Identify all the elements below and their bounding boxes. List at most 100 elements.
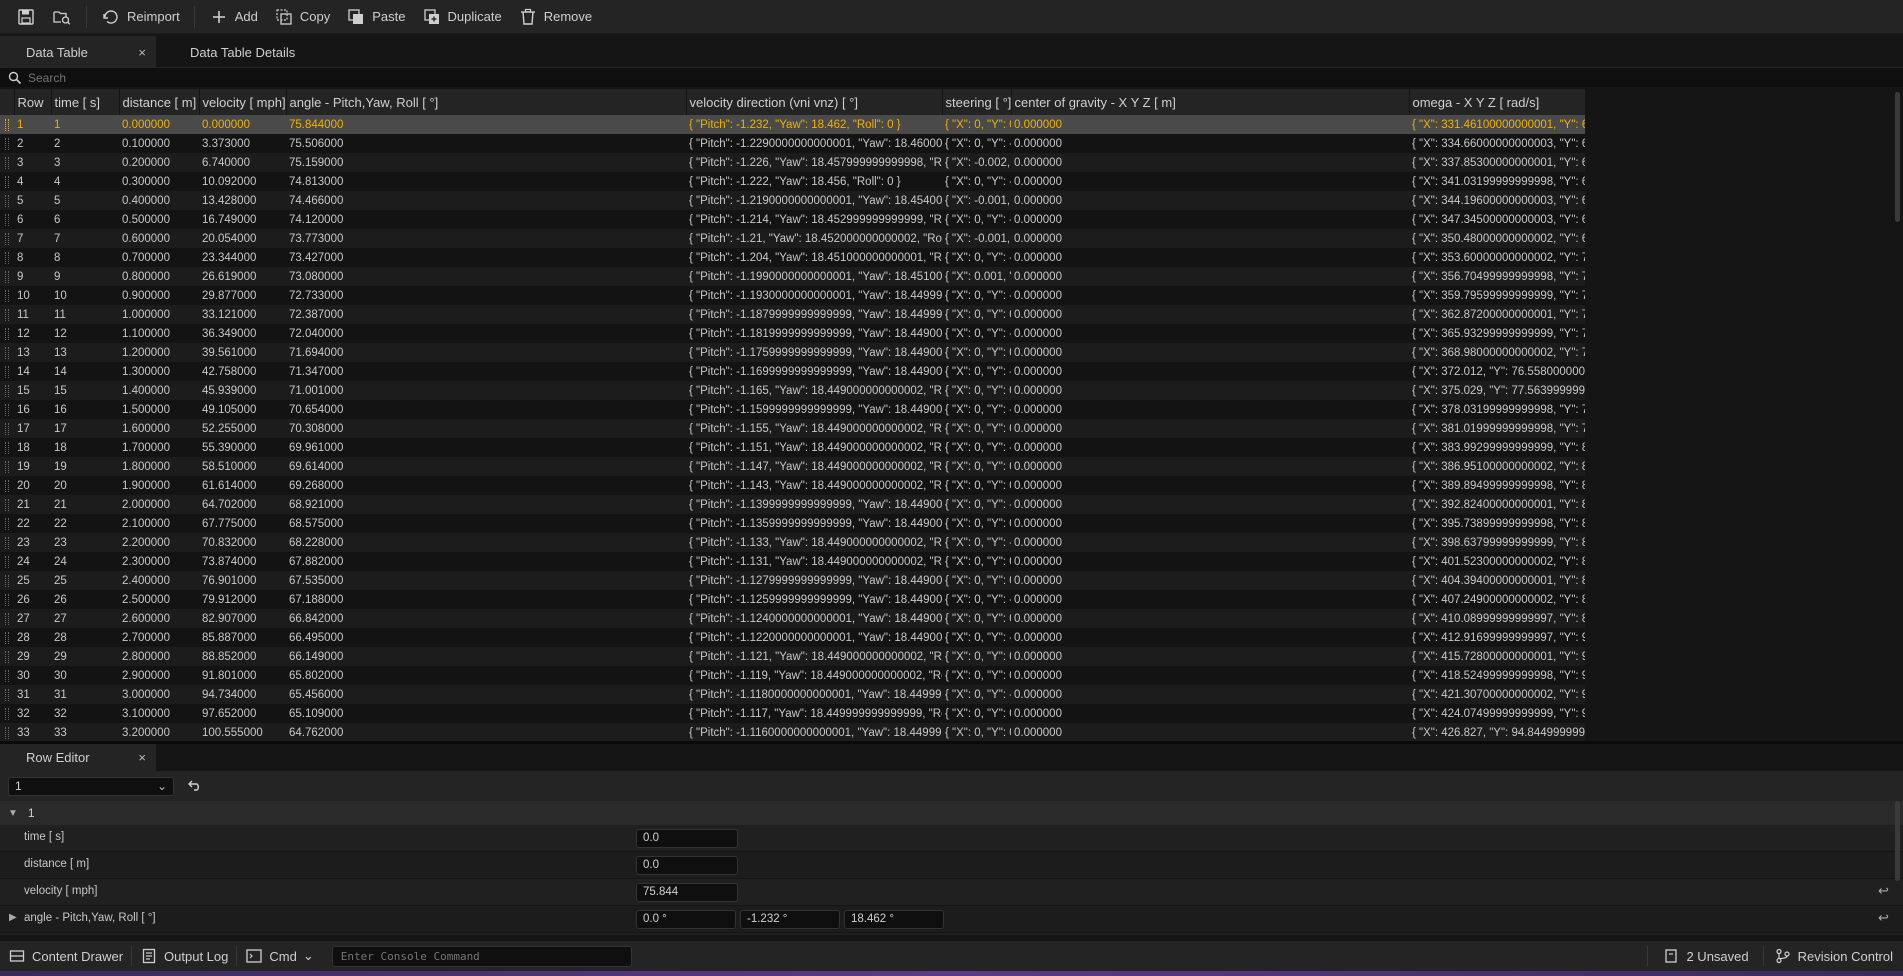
- column-header[interactable]: velocity direction (vni vnz) [ °]: [686, 89, 943, 115]
- duplicate-button[interactable]: Duplicate: [414, 3, 510, 31]
- row-drag-handle[interactable]: [0, 723, 14, 741]
- add-button[interactable]: Add: [201, 3, 266, 31]
- cmd-dropdown[interactable]: Cmd ⌄: [237, 941, 321, 971]
- table-row[interactable]: 27 27 2.600000 82.907000 66.842000{ "Pitch":…: [0, 609, 1585, 628]
- row-drag-handle[interactable]: [0, 609, 14, 628]
- row-drag-handle[interactable]: [0, 647, 14, 666]
- table-row[interactable]: 11 11 1.000000 33.121000 72.387000{ "Pitch":…: [0, 305, 1585, 324]
- table-row[interactable]: 8 8 0.700000 23.344000 73.427000{ "Pitch": -…: [0, 248, 1585, 267]
- table-row[interactable]: 10 10 0.900000 29.877000 72.733000{ "Pitch":…: [0, 286, 1585, 305]
- column-header[interactable]: velocity [ mph]: [199, 89, 287, 115]
- property-value-input[interactable]: -1.232 °: [740, 910, 840, 929]
- copy-button[interactable]: Copy: [266, 3, 338, 31]
- table-row[interactable]: 28 28 2.700000 85.887000 66.495000{ "Pitch":…: [0, 628, 1585, 647]
- table-row[interactable]: 17 17 1.600000 52.255000 70.308000{ "Pitch":…: [0, 419, 1585, 438]
- tab-data-table-details[interactable]: Data Table Details: [156, 36, 295, 69]
- row-section-header[interactable]: ▼ 1: [0, 801, 1903, 825]
- table-row[interactable]: 13 13 1.200000 39.561000 71.694000{ "Pitch":…: [0, 343, 1585, 362]
- column-header[interactable]: Row: [14, 89, 52, 115]
- row-drag-handle[interactable]: [0, 324, 14, 343]
- row-drag-handle[interactable]: [0, 191, 14, 210]
- expand-triangle-icon[interactable]: ▶: [9, 912, 17, 923]
- row-drag-handle[interactable]: [0, 628, 14, 647]
- search-input[interactable]: [28, 70, 628, 85]
- row-drag-handle[interactable]: [0, 571, 14, 590]
- table-scrollbar[interactable]: [1895, 92, 1900, 222]
- save-button[interactable]: [8, 3, 44, 31]
- row-drag-handle[interactable]: [0, 286, 14, 305]
- row-drag-handle[interactable]: [0, 400, 14, 419]
- property-value-input[interactable]: 0.0 °: [636, 910, 736, 929]
- table-row[interactable]: 16 16 1.500000 49.105000 70.654000{ "Pitch":…: [0, 400, 1585, 419]
- content-drawer-button[interactable]: Content Drawer: [0, 941, 131, 971]
- row-drag-handle[interactable]: [0, 115, 14, 134]
- table-row[interactable]: 23 23 2.200000 70.832000 68.228000{ "Pitch":…: [0, 533, 1585, 552]
- console-command-input[interactable]: [331, 945, 632, 967]
- row-drag-handle[interactable]: [0, 229, 14, 248]
- reimport-button[interactable]: Reimport: [93, 3, 188, 31]
- table-row[interactable]: 20 20 1.900000 61.614000 69.268000{ "Pitch":…: [0, 476, 1585, 495]
- property-value-input[interactable]: 0.0: [636, 829, 738, 848]
- row-drag-handle[interactable]: [0, 476, 14, 495]
- row-drag-handle[interactable]: [0, 153, 14, 172]
- row-drag-handle[interactable]: [0, 685, 14, 704]
- table-row[interactable]: 12 12 1.100000 36.349000 72.040000{ "Pitch":…: [0, 324, 1585, 343]
- row-drag-handle[interactable]: [0, 457, 14, 476]
- row-drag-handle[interactable]: [0, 248, 14, 267]
- table-row[interactable]: 22 22 2.100000 67.775000 68.575000{ "Pitch":…: [0, 514, 1585, 533]
- column-header[interactable]: omega - X Y Z [ rad/s]: [1409, 89, 1585, 115]
- row-drag-handle[interactable]: [0, 381, 14, 400]
- table-row[interactable]: 25 25 2.400000 76.901000 67.535000{ "Pitch":…: [0, 571, 1585, 590]
- column-header[interactable]: time [ s]: [51, 89, 120, 115]
- row-editor-scrollbar[interactable]: [1895, 801, 1900, 881]
- table-row[interactable]: 32 32 3.100000 97.652000 65.109000{ "Pitch":…: [0, 704, 1585, 723]
- row-drag-handle[interactable]: [0, 134, 14, 153]
- column-header[interactable]: distance [ m]: [119, 89, 200, 115]
- output-log-button[interactable]: Output Log: [132, 941, 236, 971]
- table-row[interactable]: 14 14 1.300000 42.758000 71.347000{ "Pitch":…: [0, 362, 1585, 381]
- row-drag-handle[interactable]: [0, 343, 14, 362]
- remove-button[interactable]: Remove: [510, 3, 600, 31]
- table-row[interactable]: 29 29 2.800000 88.852000 66.149000{ "Pitch":…: [0, 647, 1585, 666]
- row-drag-handle[interactable]: [0, 305, 14, 324]
- row-drag-handle[interactable]: [0, 514, 14, 533]
- reset-to-default-icon[interactable]: ↩: [1878, 883, 1889, 899]
- row-drag-handle[interactable]: [0, 419, 14, 438]
- tab-row-editor[interactable]: Row Editor ×: [0, 744, 156, 771]
- table-row[interactable]: 30 30 2.900000 91.801000 65.802000{ "Pitch":…: [0, 666, 1585, 685]
- tab-data-table[interactable]: Data Table ×: [0, 36, 156, 69]
- table-row[interactable]: 5 5 0.400000 13.428000 74.466000{ "Pitch": -…: [0, 191, 1585, 210]
- table-row[interactable]: 6 6 0.500000 16.749000 74.120000{ "Pitch": -…: [0, 210, 1585, 229]
- table-row[interactable]: 7 7 0.600000 20.054000 73.773000{ "Pitch": -…: [0, 229, 1585, 248]
- row-drag-handle[interactable]: [0, 267, 14, 286]
- row-drag-handle[interactable]: [0, 590, 14, 609]
- paste-button[interactable]: Paste: [338, 3, 413, 31]
- row-drag-handle[interactable]: [0, 495, 14, 514]
- table-row[interactable]: 19 19 1.800000 58.510000 69.614000{ "Pitch":…: [0, 457, 1585, 476]
- close-icon[interactable]: ×: [138, 45, 146, 60]
- column-header[interactable]: steering [ °]: [942, 89, 1012, 115]
- close-icon[interactable]: ×: [138, 750, 146, 765]
- property-value-input[interactable]: 75.844: [636, 883, 738, 902]
- row-drag-handle[interactable]: [0, 666, 14, 685]
- row-drag-handle[interactable]: [0, 210, 14, 229]
- column-header[interactable]: angle - Pitch,Yaw, Roll [ °]: [286, 89, 687, 115]
- table-row[interactable]: 15 15 1.400000 45.939000 71.001000{ "Pitch":…: [0, 381, 1585, 400]
- table-row[interactable]: 26 26 2.500000 79.912000 67.188000{ "Pitch":…: [0, 590, 1585, 609]
- property-value-input[interactable]: 18.462 °: [844, 910, 944, 929]
- table-row[interactable]: 18 18 1.700000 55.390000 69.961000{ "Pitch":…: [0, 438, 1585, 457]
- unsaved-button[interactable]: 2 Unsaved: [1648, 941, 1762, 971]
- row-drag-handle[interactable]: [0, 704, 14, 723]
- table-row[interactable]: 31 31 3.000000 94.734000 65.456000{ "Pitch":…: [0, 685, 1585, 704]
- table-row[interactable]: 1 1 0.000000 0.000000 75.844000{ "Pitch": -1…: [0, 115, 1585, 134]
- table-row[interactable]: 24 24 2.300000 73.874000 67.882000{ "Pitch":…: [0, 552, 1585, 571]
- table-row[interactable]: 3 3 0.200000 6.740000 75.159000{ "Pitch": -1…: [0, 153, 1585, 172]
- table-row[interactable]: 9 9 0.800000 26.619000 73.080000{ "Pitch": -…: [0, 267, 1585, 286]
- row-drag-handle[interactable]: [0, 172, 14, 191]
- row-drag-handle[interactable]: [0, 552, 14, 571]
- table-row[interactable]: 21 21 2.000000 64.702000 68.921000{ "Pitch":…: [0, 495, 1585, 514]
- table-row[interactable]: 2 2 0.100000 3.373000 75.506000{ "Pitch": -1…: [0, 134, 1585, 153]
- row-drag-handle[interactable]: [0, 362, 14, 381]
- row-select-dropdown[interactable]: 1 ⌄: [8, 776, 174, 796]
- reset-to-default-icon[interactable]: ↩: [1878, 910, 1889, 926]
